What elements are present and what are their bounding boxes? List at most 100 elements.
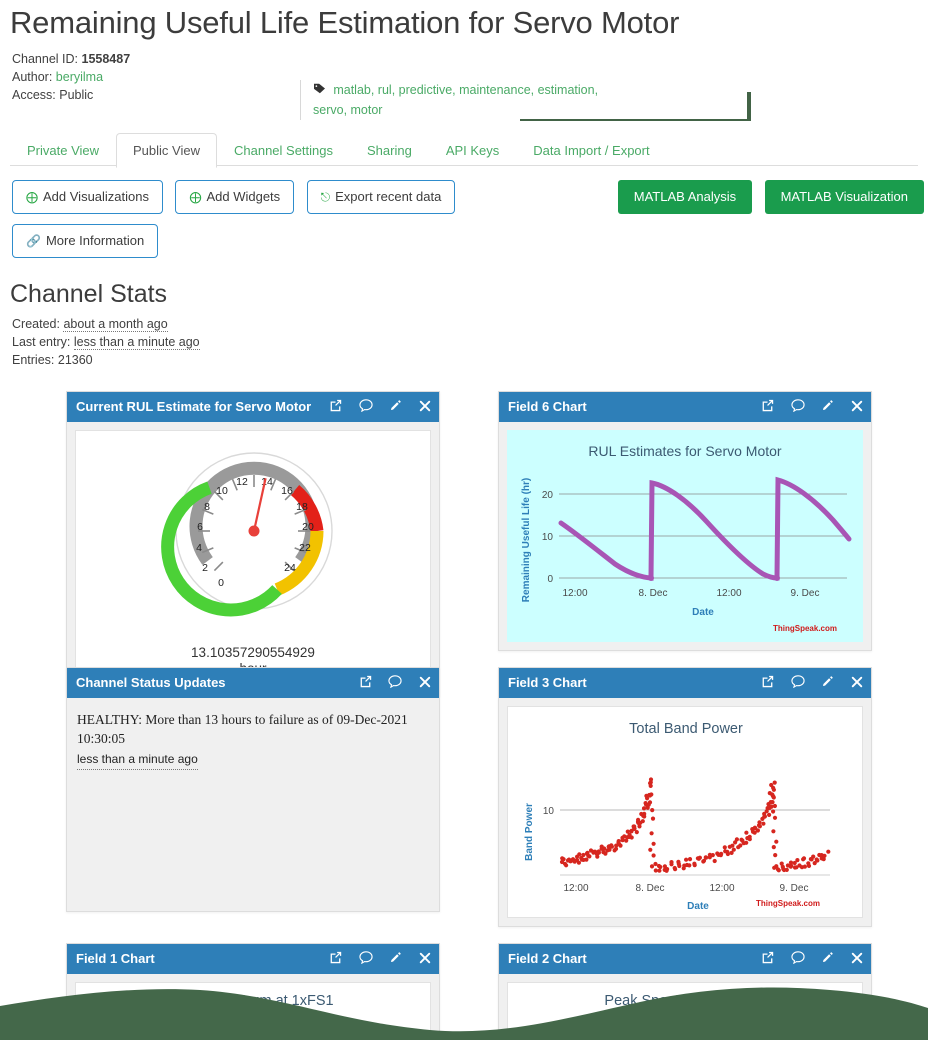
comment-icon[interactable]: [359, 945, 373, 975]
pencil-icon[interactable]: [821, 669, 834, 699]
comment-icon[interactable]: [791, 393, 805, 423]
tab-api-keys[interactable]: API Keys: [429, 133, 516, 168]
pencil-icon[interactable]: [821, 393, 834, 423]
widget-channel-status-updates: Channel Status Updates HEALTHY: More tha…: [66, 667, 440, 912]
page-title: Remaining Useful Life Estimation for Ser…: [10, 5, 680, 40]
add-widgets-button[interactable]: ⨁ Add Widgets: [175, 180, 295, 214]
widget-header-icons: [748, 392, 863, 422]
tab-channel-settings[interactable]: Channel Settings: [217, 133, 350, 168]
add-visualizations-label: Add Visualizations: [43, 189, 149, 204]
export-recent-data-button[interactable]: ⎋ Export recent data: [306, 180, 456, 214]
comment-icon[interactable]: [791, 669, 805, 699]
gauge-container: 0 2 4 6 8 10 12 14 16 18 20 22 24 13.103…: [75, 430, 431, 688]
svg-text:8: 8: [204, 501, 210, 513]
external-link-icon[interactable]: [761, 669, 774, 699]
svg-text:4: 4: [196, 542, 202, 554]
svg-text:9. Dec: 9. Dec: [780, 883, 809, 894]
field1-chart: Peak Spectrum at 1xFS1: [75, 982, 431, 1040]
entries-label: Entries:: [12, 353, 55, 367]
comment-icon[interactable]: [791, 945, 805, 975]
channel-id-label: Channel ID:: [12, 52, 79, 66]
widget-title: Current RUL Estimate for Servo Motor: [76, 399, 312, 414]
svg-text:8. Dec: 8. Dec: [636, 883, 665, 894]
close-icon[interactable]: [419, 393, 431, 423]
close-icon[interactable]: [419, 669, 431, 699]
tab-sharing[interactable]: Sharing: [350, 133, 429, 168]
pencil-icon[interactable]: [821, 945, 834, 975]
svg-text:10: 10: [542, 532, 554, 543]
widget-header-icons: [748, 668, 863, 698]
svg-text:12:00: 12:00: [709, 883, 734, 894]
more-information-row: 🔗 More Information: [12, 224, 928, 258]
close-icon[interactable]: [851, 669, 863, 699]
add-widgets-label: Add Widgets: [206, 189, 281, 204]
svg-text:0: 0: [218, 577, 224, 589]
created-label: Created:: [12, 317, 60, 331]
widget-body: RUL Estimates for Servo Motor 0 10 20 Re…: [499, 422, 871, 650]
widget-header: Field 3 Chart: [499, 668, 871, 698]
author-link[interactable]: beryilma: [56, 70, 103, 84]
widget-title: Field 2 Chart: [508, 951, 587, 966]
svg-text:Remaining Useful Life (hr): Remaining Useful Life (hr): [521, 478, 532, 602]
more-information-button[interactable]: 🔗 More Information: [12, 224, 159, 258]
rul-series-line: [558, 476, 852, 581]
last-entry-label: Last entry:: [12, 335, 71, 349]
comment-icon[interactable]: [388, 669, 403, 699]
field2-chart-svg: [508, 1009, 862, 1040]
svg-text:24: 24: [284, 562, 296, 574]
widget-body: Total Band Power 10 Band Power 12:00 8. …: [499, 698, 871, 926]
pencil-icon[interactable]: [389, 945, 402, 975]
widget-title: Channel Status Updates: [76, 675, 226, 690]
channel-stats-heading: Channel Stats: [10, 280, 168, 308]
close-icon[interactable]: [851, 945, 863, 975]
widget-header: Field 2 Chart: [499, 944, 871, 974]
widget-current-rul-gauge: Current RUL Estimate for Servo Motor 0 2…: [66, 391, 440, 697]
channel-stats-body: Created: about a month ago Last entry: l…: [12, 315, 928, 369]
svg-text:16: 16: [281, 485, 293, 497]
external-link-icon[interactable]: [761, 945, 774, 975]
band-power-scatter: [559, 777, 831, 873]
widget-body: Peak Spectrum at 1xFS1: [67, 974, 439, 1040]
access-label: Access:: [12, 88, 56, 102]
tab-private-view[interactable]: Private View: [10, 133, 116, 168]
svg-text:12:00: 12:00: [562, 588, 587, 599]
tab-data-import-export[interactable]: Data Import / Export: [516, 133, 666, 168]
widget-title: Field 1 Chart: [76, 951, 155, 966]
close-icon[interactable]: [851, 393, 863, 423]
widget-body: Peak Spectrum at 2xFS1: [499, 974, 871, 1040]
channel-meta: Channel ID: 1558487 Author: beryilma Acc…: [0, 50, 928, 121]
matlab-visualization-button[interactable]: MATLAB Visualization: [764, 180, 924, 214]
svg-text:Date: Date: [687, 901, 709, 912]
last-entry-row: Last entry: less than a minute ago: [12, 333, 928, 351]
gauge-svg: 0 2 4 6 8 10 12 14 16 18 20 22 24: [161, 452, 333, 617]
external-link-icon[interactable]: [359, 669, 372, 699]
close-icon[interactable]: [419, 945, 431, 975]
status-timestamp: less than a minute ago: [77, 750, 198, 770]
svg-text:12:00: 12:00: [563, 883, 588, 894]
comment-icon[interactable]: [359, 393, 373, 423]
svg-text:9. Dec: 9. Dec: [791, 588, 820, 599]
widget-header-icons: [316, 392, 431, 422]
status-update-entry: HEALTHY: More than 13 hours to failure a…: [67, 698, 439, 782]
external-link-icon[interactable]: [329, 393, 342, 423]
external-link-icon[interactable]: [329, 945, 342, 975]
svg-text:12: 12: [236, 476, 248, 488]
widget-field-1-chart: Field 1 Chart Peak Spectrum at 1xFS1: [66, 943, 440, 1040]
export-icon: ⎋: [320, 190, 331, 204]
tab-public-view[interactable]: Public View: [116, 133, 217, 168]
field6-chart-svg: RUL Estimates for Servo Motor 0 10 20 Re…: [521, 443, 852, 633]
tag-icon: [313, 83, 329, 97]
field3-chart-svg: Total Band Power 10 Band Power 12:00 8. …: [524, 721, 831, 912]
pencil-icon[interactable]: [389, 393, 402, 423]
widget-header: Field 6 Chart: [499, 392, 871, 422]
author-label: Author:: [12, 70, 53, 84]
widget-field-3-chart: Field 3 Chart Total Band Power 10 Band P…: [498, 667, 872, 927]
external-link-icon[interactable]: [761, 393, 774, 423]
decorative-corner-line: [520, 92, 751, 121]
add-visualizations-button[interactable]: ⨁ Add Visualizations: [12, 180, 163, 214]
svg-text:6: 6: [197, 521, 203, 533]
field6-chart: RUL Estimates for Servo Motor 0 10 20 Re…: [507, 430, 863, 642]
matlab-analysis-button[interactable]: MATLAB Analysis: [617, 180, 753, 214]
link-icon: 🔗: [26, 234, 41, 248]
thingspeak-watermark: ThingSpeak.com: [773, 624, 837, 633]
